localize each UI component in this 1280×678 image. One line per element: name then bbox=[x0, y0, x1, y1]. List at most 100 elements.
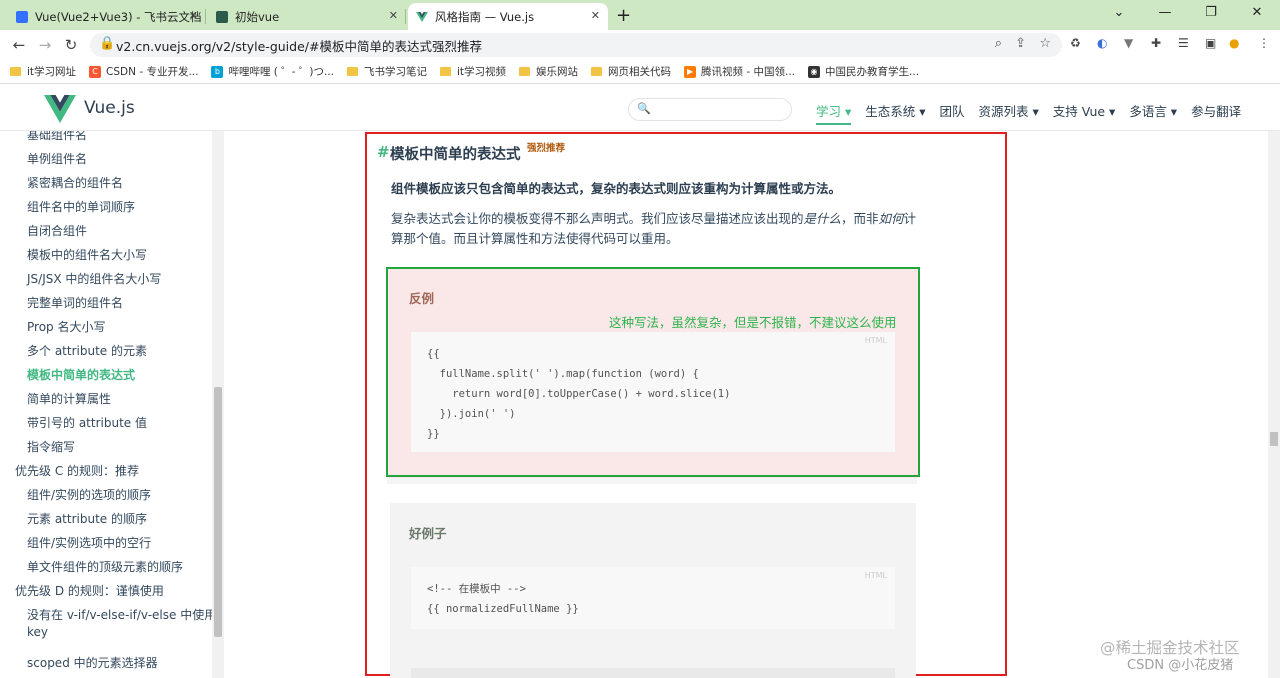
nav-learn[interactable]: 学习 ▾ bbox=[816, 101, 852, 125]
sidebar-item[interactable]: 指令缩写 bbox=[27, 438, 75, 455]
sidebar-item[interactable]: 模板中的组件名大小写 bbox=[27, 246, 147, 263]
back-arrow-icon[interactable]: ← bbox=[6, 36, 32, 54]
menu-dots-icon[interactable]: ⋮ bbox=[1258, 36, 1270, 50]
desc-emphasis: 如何 bbox=[878, 211, 904, 226]
share-icon[interactable]: ⇪ bbox=[1015, 36, 1026, 51]
nav-support[interactable]: 支持 Vue ▾ bbox=[1053, 101, 1116, 125]
sidebar-item[interactable]: 组件/实例选项中的空行 bbox=[27, 534, 151, 551]
forward-arrow-icon[interactable]: → bbox=[32, 36, 58, 54]
priority-badge: 强烈推荐 bbox=[527, 143, 566, 154]
sidebar-item[interactable]: Prop 名大小写 bbox=[27, 318, 105, 335]
nav-languages[interactable]: 多语言 ▾ bbox=[1129, 101, 1177, 125]
page-scrollbar[interactable] bbox=[1268, 131, 1280, 678]
desc-text: 复杂表达式会让你的模板变得不那么声明式。我们应该尽量描述应该出现的 bbox=[391, 211, 804, 226]
sidebar-item[interactable]: 模板中简单的表达式 bbox=[27, 366, 135, 383]
address-bar[interactable]: 🔒 v2.cn.vuejs.org/v2/style-guide/#模板中简单的… bbox=[90, 33, 1062, 57]
sidebar-item[interactable]: 自闭合组件 bbox=[27, 222, 87, 239]
bookmark-item[interactable]: it学习网址 bbox=[10, 64, 76, 79]
nav-resources[interactable]: 资源列表 ▾ bbox=[979, 101, 1039, 125]
browser-tab-vue-init[interactable]: 初始vue ✕ bbox=[208, 3, 406, 30]
tab-title: 风格指南 — Vue.js bbox=[435, 9, 535, 24]
vue-favicon-icon bbox=[416, 11, 428, 22]
extension-vue-devtools-icon[interactable]: ▼ bbox=[1124, 36, 1133, 50]
restore-icon[interactable]: ❐ bbox=[1188, 0, 1234, 30]
sidebar-scrollbar-thumb[interactable] bbox=[214, 387, 222, 637]
sidebar-item[interactable]: scoped 中的元素选择器 bbox=[27, 654, 158, 671]
code-language-label: HTML bbox=[864, 571, 887, 580]
browser-tab-style-guide[interactable]: 风格指南 — Vue.js ✕ bbox=[408, 3, 608, 30]
bookmark-item[interactable]: b 哔哩哔哩 ( ゜- ゜)つ... bbox=[211, 64, 334, 79]
bookmarks-bar: it学习网址 C CSDN - 专业开发... b 哔哩哔哩 ( ゜- ゜)つ...… bbox=[0, 60, 1280, 84]
page-scrollbar-thumb[interactable] bbox=[1270, 432, 1278, 446]
sidebar-item[interactable]: 带引号的 attribute 值 bbox=[27, 414, 147, 431]
sidebar-item[interactable]: 多个 attribute 的元素 bbox=[27, 342, 147, 359]
bookmark-star-icon[interactable]: ☆ bbox=[1039, 36, 1051, 51]
nav-translate[interactable]: 参与翻译 bbox=[1191, 101, 1241, 125]
extension-blue-icon[interactable]: ◐ bbox=[1097, 36, 1107, 50]
nav-team[interactable]: 团队 bbox=[940, 101, 965, 125]
zoom-icon[interactable]: ⌕ bbox=[995, 36, 1002, 51]
bookmark-label: it学习网址 bbox=[27, 66, 77, 78]
new-tab-button[interactable]: + bbox=[616, 5, 631, 26]
window-controls: ⌄ — ❐ ✕ bbox=[1096, 0, 1280, 30]
close-tab-icon[interactable]: ✕ bbox=[591, 9, 600, 22]
heading-anchor-link[interactable]: # bbox=[377, 143, 390, 161]
sidebar-item[interactable]: 元素 attribute 的顺序 bbox=[27, 510, 147, 527]
folder-icon bbox=[346, 67, 358, 76]
close-tab-icon[interactable]: ✕ bbox=[389, 9, 398, 22]
vue-logo-icon[interactable] bbox=[44, 95, 76, 123]
bookmark-label: 网页相关代码 bbox=[608, 66, 672, 78]
sidebar-item[interactable]: 组件名中的单词顺序 bbox=[27, 198, 135, 215]
extension-recycle-icon[interactable]: ♻ bbox=[1070, 36, 1081, 50]
sidebar-item[interactable]: 基础组件名 bbox=[27, 131, 87, 143]
code-text[interactable]: {{ fullName.split(' ').map(function (wor… bbox=[427, 344, 730, 444]
sidebar-item[interactable]: key bbox=[27, 625, 48, 639]
sidebar-item[interactable]: 单文件组件的顶级元素的顺序 bbox=[27, 558, 183, 575]
bookmark-label: CSDN - 专业开发... bbox=[106, 66, 199, 78]
code-text[interactable]: <!-- 在模板中 --> {{ normalizedFullName }} bbox=[427, 579, 579, 619]
bookmark-item[interactable]: 飞书学习笔记 bbox=[346, 64, 427, 79]
bookmark-item[interactable]: C CSDN - 专业开发... bbox=[89, 64, 198, 79]
bookmark-item[interactable]: 网页相关代码 bbox=[591, 64, 671, 79]
bookmark-item[interactable]: ▶ 腾讯视频 - 中国领... bbox=[684, 64, 795, 79]
reload-icon[interactable]: ↻ bbox=[58, 36, 84, 54]
url-text[interactable]: v2.cn.vuejs.org/v2/style-guide/#模板中简单的表达… bbox=[116, 36, 482, 55]
minimize-icon[interactable]: — bbox=[1142, 0, 1188, 30]
desc-emphasis: 是什么 bbox=[803, 211, 842, 226]
sidebar-item[interactable]: 组件/实例的选项的顺序 bbox=[27, 486, 151, 503]
sidebar-item[interactable]: 单例组件名 bbox=[27, 150, 87, 167]
sidebar-item[interactable]: 完整单词的组件名 bbox=[27, 294, 123, 311]
sidebar-item[interactable]: 简单的计算属性 bbox=[27, 390, 111, 407]
profile-avatar[interactable]: ● bbox=[1229, 36, 1239, 50]
bad-example-label: 反例 bbox=[409, 291, 435, 306]
search-input[interactable] bbox=[653, 101, 783, 118]
lock-icon[interactable]: 🔒 bbox=[99, 36, 115, 51]
browser-toolbar: ← → ↻ 🔒 v2.cn.vuejs.org/v2/style-guide/#… bbox=[0, 30, 1280, 60]
extensions-puzzle-icon[interactable]: ✚ bbox=[1151, 36, 1161, 50]
reading-list-icon[interactable]: ☰ bbox=[1178, 36, 1189, 50]
sidebar-section-header[interactable]: 优先级 D 的规则：谨慎使用 bbox=[15, 582, 164, 599]
tab-search-icon[interactable]: ⌄ bbox=[1096, 0, 1142, 30]
sidebar-item[interactable]: JS/JSX 中的组件名大小写 bbox=[27, 270, 161, 287]
site-brand[interactable]: Vue.js bbox=[84, 98, 135, 118]
good-example-label: 好例子 bbox=[409, 526, 447, 541]
site-nav: 学习 ▾ 生态系统 ▾ 团队 资源列表 ▾ 支持 Vue ▾ 多语言 ▾ 参与翻… bbox=[816, 101, 1255, 125]
bad-code-block[interactable]: HTML {{ fullName.split(' ').map(function… bbox=[411, 332, 895, 452]
browser-tab-feishu[interactable]: Vue(Vue2+Vue3) - 飞书云文档 ✕ bbox=[8, 3, 206, 30]
bookmark-item[interactable]: 娱乐网站 bbox=[519, 64, 578, 79]
bookmark-item[interactable]: it学习视频 bbox=[439, 64, 506, 79]
sidebar-item[interactable]: 紧密耦合的组件名 bbox=[27, 174, 123, 191]
close-window-icon[interactable]: ✕ bbox=[1234, 0, 1280, 30]
csdn-icon: C bbox=[89, 65, 102, 78]
close-tab-icon[interactable]: ✕ bbox=[189, 9, 198, 22]
folder-icon bbox=[10, 67, 21, 76]
good-code-block[interactable]: HTML <!-- 在模板中 --> {{ normalizedFullName… bbox=[411, 567, 895, 629]
side-panel-icon[interactable]: ▣ bbox=[1205, 36, 1216, 50]
site-search-box[interactable]: 🔍 bbox=[628, 98, 792, 121]
sidebar-item[interactable]: 没有在 v-if/v-else-if/v-else 中使用 bbox=[27, 606, 216, 623]
bookmark-item[interactable]: ◉ 中国民办教育学生... bbox=[808, 64, 919, 79]
watermark-csdn: CSDN @小花皮猪 bbox=[1127, 658, 1234, 673]
sidebar-section-header[interactable]: 优先级 C 的规则：推荐 bbox=[15, 462, 139, 479]
nav-ecosystem[interactable]: 生态系统 ▾ bbox=[865, 101, 925, 125]
code-language-label: HTML bbox=[864, 336, 887, 345]
